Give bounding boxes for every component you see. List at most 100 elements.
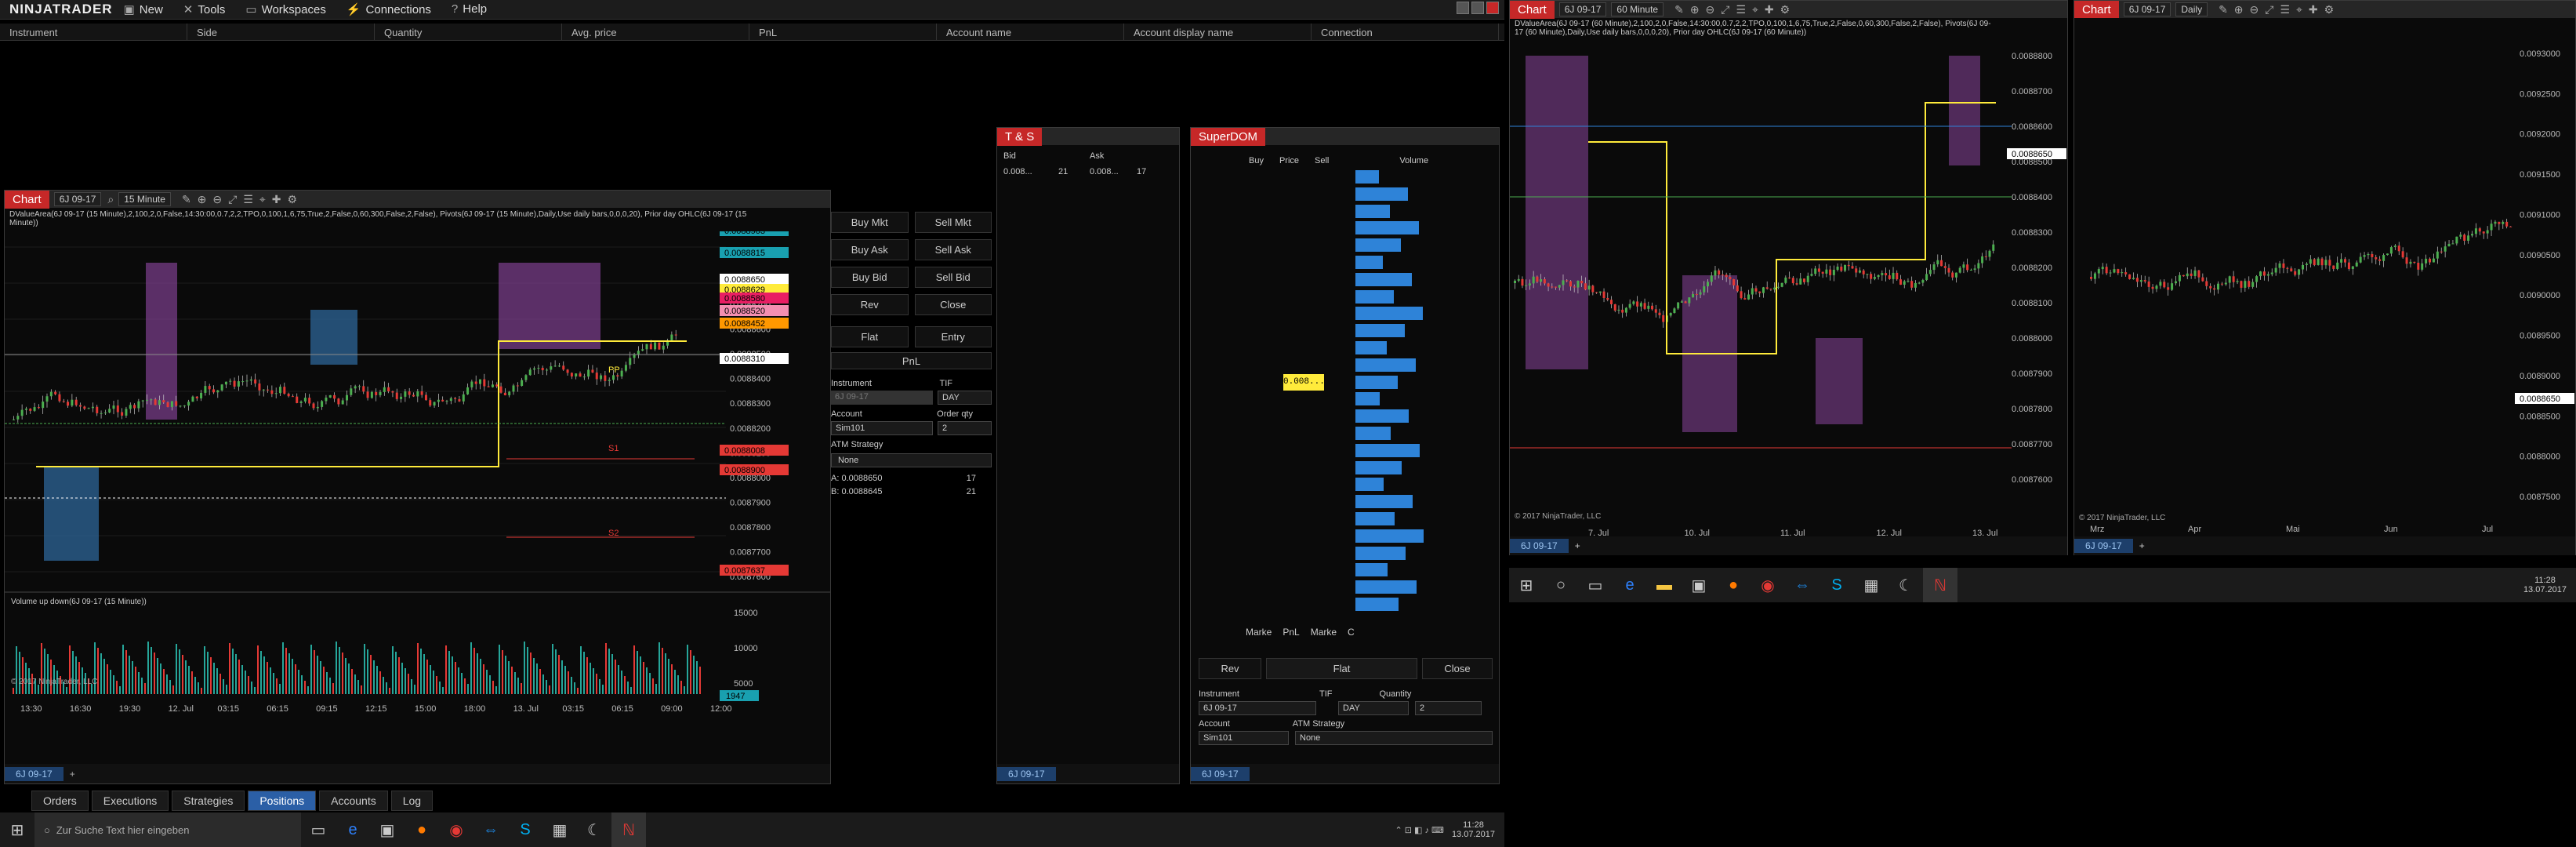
tab-orders[interactable]: Orders <box>31 791 89 811</box>
chart1-instrument[interactable]: 6J 09-17 <box>53 192 102 206</box>
chart1-tab[interactable]: Chart <box>5 190 49 209</box>
dom-sell-cell[interactable] <box>1324 374 1355 391</box>
dom-buy-cell[interactable] <box>1246 425 1283 442</box>
dom-sell-cell[interactable] <box>1324 528 1355 545</box>
ts-list[interactable] <box>997 181 1179 715</box>
minimize-button[interactable] <box>1457 2 1469 14</box>
chrome-icon[interactable]: ◉ <box>439 812 473 847</box>
positions-col-header[interactable]: Account display name <box>1124 24 1312 40</box>
buy-bid-button[interactable]: Buy Bid <box>831 267 909 288</box>
ts-bottom-tab[interactable]: 6J 09-17 <box>997 766 1056 781</box>
skype-icon[interactable]: S <box>1820 568 1854 602</box>
dom-sell-cell[interactable] <box>1324 596 1355 613</box>
menu-item-new[interactable]: ▣ New <box>124 2 163 16</box>
dom-sell-cell[interactable] <box>1324 254 1355 271</box>
dom-sell-cell[interactable] <box>1324 476 1355 493</box>
tab-positions[interactable]: Positions <box>248 791 317 811</box>
search-icon[interactable]: ⌕ <box>107 193 114 206</box>
dom-market-buy[interactable]: Marke <box>1246 627 1272 638</box>
dom-sell-cell[interactable] <box>1324 425 1355 442</box>
windows-start-icon[interactable]: ⊞ <box>1509 568 1544 602</box>
dom-buy-cell[interactable] <box>1246 271 1283 289</box>
dom-row[interactable] <box>1246 460 1499 477</box>
chart1-interval[interactable]: 15 Minute <box>118 192 171 206</box>
tab-strategies[interactable]: Strategies <box>172 791 245 811</box>
tray-icons[interactable]: ⌃ ⊡ ◧ ♪ ⌨ <box>1395 825 1444 835</box>
dom-row[interactable] <box>1246 289 1499 306</box>
tif-select[interactable]: DAY <box>938 391 992 405</box>
dom-sell-cell[interactable] <box>1324 322 1355 340</box>
dom-market-sell[interactable]: Marke <box>1311 627 1337 638</box>
store-icon[interactable]: ▣ <box>370 812 405 847</box>
dom-row[interactable] <box>1246 579 1499 596</box>
dom-sell-cell[interactable] <box>1324 237 1355 254</box>
edge-icon[interactable]: e <box>336 812 370 847</box>
sell-bid-button[interactable]: Sell Bid <box>914 267 992 288</box>
task-view-icon[interactable]: ▭ <box>1578 568 1613 602</box>
dom-row[interactable] <box>1246 511 1499 528</box>
dom-row[interactable] <box>1246 237 1499 254</box>
add-tab-icon[interactable]: + <box>2139 540 2145 551</box>
dom-sell-cell[interactable] <box>1324 442 1355 460</box>
positions-col-header[interactable]: Account name <box>937 24 1124 40</box>
dom-sell-cell[interactable] <box>1324 340 1355 357</box>
chart3-tab[interactable]: Chart <box>2074 0 2119 19</box>
windows-start-icon[interactable]: ⊞ <box>0 812 34 847</box>
dom-row[interactable] <box>1246 391 1499 408</box>
chart3-bottom-tab[interactable]: 6J 09-17 <box>2074 539 2133 553</box>
app-icon[interactable]: ☾ <box>1888 568 1923 602</box>
dom-buy-cell[interactable] <box>1246 357 1283 374</box>
tab-executions[interactable]: Executions <box>91 791 169 811</box>
dom-buy-cell[interactable] <box>1246 442 1283 460</box>
chart3-canvas[interactable]: 0.0093000 0.0092500 0.0092000 0.0091500 0.00… <box>2074 18 2575 536</box>
menu-item-help[interactable]: ? Help <box>452 2 487 16</box>
dom-atm-select[interactable]: None <box>1295 731 1493 745</box>
store-icon[interactable]: ▣ <box>1682 568 1716 602</box>
dom-buy-cell[interactable] <box>1246 476 1283 493</box>
dom-instrument-select[interactable]: 6J 09-17 <box>1199 701 1316 715</box>
account-select[interactable]: Sim101 <box>831 421 933 435</box>
menu-item-connections[interactable]: ⚡ Connections <box>346 2 431 16</box>
dom-row[interactable] <box>1246 357 1499 374</box>
dom-buy-cell[interactable] <box>1246 220 1283 237</box>
instrument-select[interactable]: 6J 09-17 <box>831 391 933 405</box>
dom-buy-cell[interactable] <box>1246 305 1283 322</box>
qty-input[interactable]: 2 <box>938 421 992 435</box>
teamviewer-icon[interactable]: ⇔ <box>473 812 508 847</box>
dom-buy-cell[interactable] <box>1246 511 1283 528</box>
app-icon[interactable]: ☾ <box>577 812 611 847</box>
dom-row[interactable] <box>1246 493 1499 511</box>
dom-sell-cell[interactable] <box>1324 391 1355 408</box>
dom-row[interactable] <box>1246 305 1499 322</box>
add-tab-icon[interactable]: + <box>1575 540 1580 551</box>
sell-ask-button[interactable]: Sell Ask <box>914 239 992 260</box>
chart3-interval[interactable]: Daily <box>2175 2 2208 16</box>
calculator-icon[interactable]: ▦ <box>1854 568 1888 602</box>
dom-row[interactable] <box>1246 340 1499 357</box>
dom-row[interactable] <box>1246 442 1499 460</box>
firefox-icon[interactable]: ● <box>405 812 439 847</box>
teamviewer-icon[interactable]: ⇔ <box>1785 568 1820 602</box>
dom-sell-cell[interactable] <box>1324 545 1355 562</box>
chart1-canvas[interactable]: PPS1S20.00889000.00888000.00887000.00886… <box>5 231 830 718</box>
dom-sell-cell[interactable] <box>1324 203 1355 220</box>
dom-row[interactable] <box>1246 545 1499 562</box>
atm-select[interactable]: None <box>831 453 992 467</box>
dom-row[interactable] <box>1246 528 1499 545</box>
positions-col-header[interactable]: Side <box>187 24 375 40</box>
dom-buy-cell[interactable] <box>1246 374 1283 391</box>
positions-col-header[interactable]: PnL <box>749 24 937 40</box>
chart3-instrument[interactable]: 6J 09-17 <box>2123 2 2171 16</box>
chart2-tool-icons[interactable]: ✎⊕⊖⤢☰⌖✚⚙ <box>1674 3 1796 16</box>
dom-tif-select[interactable]: DAY <box>1338 701 1409 715</box>
dom-buy-cell[interactable] <box>1246 237 1283 254</box>
search-icon[interactable]: ○ <box>1544 568 1578 602</box>
chart3-tool-icons[interactable]: ✎⊕⊖⤢☰⌖✚⚙ <box>2219 3 2340 16</box>
close-button[interactable]: Close <box>914 294 992 315</box>
dom-sell-cell[interactable] <box>1324 460 1355 477</box>
entry-button[interactable]: Entry <box>914 326 992 347</box>
tab-accounts[interactable]: Accounts <box>319 791 388 811</box>
drawing-tools-icons[interactable]: ✎⊕⊖⤢☰⌖✚⚙ <box>182 193 303 206</box>
dom-qty-input[interactable]: 2 <box>1415 701 1482 715</box>
dom-buy-cell[interactable] <box>1246 203 1283 220</box>
